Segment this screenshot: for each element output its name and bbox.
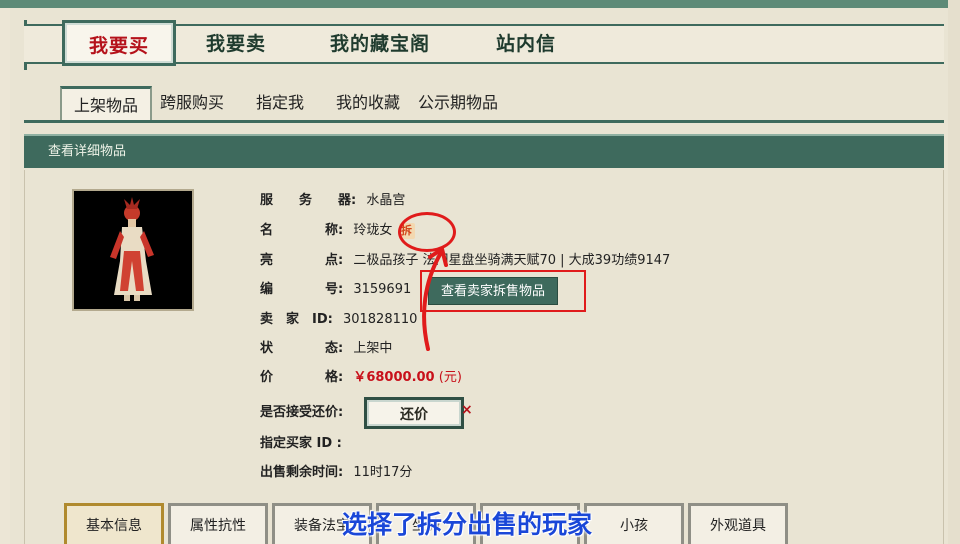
server-label: 服 务 器:: [260, 193, 357, 208]
right-margin: [948, 0, 960, 544]
video-subtitle: 选择了拆分出售的玩家: [342, 510, 593, 539]
highlight-value: 二极品孩子 法门星盘坐骑满天赋70 | 大成39功绩9147: [353, 253, 671, 268]
row-number: 编 号: 3159691: [260, 279, 411, 301]
row-price: 价 格: ￥68000.00 (元): [260, 367, 462, 389]
seller-id-label: 卖 家 ID:: [260, 312, 333, 327]
status-label: 状 态:: [260, 341, 344, 356]
tab-appearance[interactable]: 外观道具: [688, 503, 788, 544]
tab-public-period[interactable]: 公示期物品: [418, 88, 498, 118]
row-server: 服 务 器: 水晶宫: [260, 190, 405, 212]
name-value: 玲珑女: [353, 223, 393, 238]
section-header: 查看详细物品: [24, 134, 944, 168]
nav-messages[interactable]: 站内信: [496, 26, 556, 62]
row-status: 状 态: 上架中: [260, 338, 392, 360]
annotation-arrow-icon: [422, 247, 448, 351]
row-designated-buyer: 指定买家 ID :: [260, 433, 352, 455]
number-label: 编 号:: [260, 282, 344, 297]
row-seller-id: 卖 家 ID: 301828110: [260, 309, 417, 331]
top-strip: [0, 0, 960, 8]
main-nav: 我要买 我要卖 我的藏宝阁 站内信: [24, 20, 944, 66]
name-label: 名 称:: [260, 223, 344, 238]
counter-offer-close-icon[interactable]: ×: [461, 402, 473, 418]
nav-buy[interactable]: 我要买: [62, 20, 177, 66]
tab-listed-items[interactable]: 上架物品: [60, 86, 153, 122]
row-name: 名 称: 玲珑女 拆: [260, 220, 415, 242]
section-title: 查看详细物品: [48, 144, 127, 159]
nav-sell[interactable]: 我要卖: [206, 26, 266, 62]
time-left-value: 11时17分: [353, 465, 413, 480]
nav-my-treasury[interactable]: 我的藏宝阁: [330, 26, 430, 62]
row-time-left: 出售剩余时间: 11时17分: [260, 462, 412, 484]
time-left-label: 出售剩余时间:: [260, 465, 344, 480]
tab-children[interactable]: 小孩: [584, 503, 684, 544]
seller-id-value: 301828110: [342, 312, 418, 327]
tab-cross-server[interactable]: 跨服购买: [160, 88, 224, 118]
tab-my-favorites[interactable]: 我的收藏: [336, 88, 400, 118]
item-image: [72, 189, 194, 311]
server-value: 水晶宫: [366, 193, 406, 208]
left-margin: [0, 8, 10, 544]
tab-attributes[interactable]: 属性抗性: [168, 503, 268, 544]
row-accept-counter: 是否接受还价:: [260, 402, 343, 424]
number-value: 3159691: [353, 282, 412, 297]
tab-designated-me[interactable]: 指定我: [256, 88, 304, 118]
accept-counter-label: 是否接受还价:: [260, 405, 344, 420]
designated-buyer-label: 指定买家 ID :: [260, 436, 342, 451]
highlight-label: 亮 点:: [260, 253, 344, 268]
price-value: ￥68000.00: [353, 370, 435, 385]
price-unit: (元): [438, 370, 462, 385]
sub-tabs-divider: [24, 120, 944, 123]
sub-tabs: 上架物品 跨服购买 指定我 我的收藏 公示期物品: [60, 86, 944, 122]
status-value: 上架中: [353, 341, 393, 356]
character-figure-icon: [74, 191, 192, 309]
counter-offer-button[interactable]: 还价: [364, 397, 464, 429]
tab-basic-info[interactable]: 基本信息: [64, 503, 164, 544]
price-label: 价 格:: [260, 370, 344, 385]
